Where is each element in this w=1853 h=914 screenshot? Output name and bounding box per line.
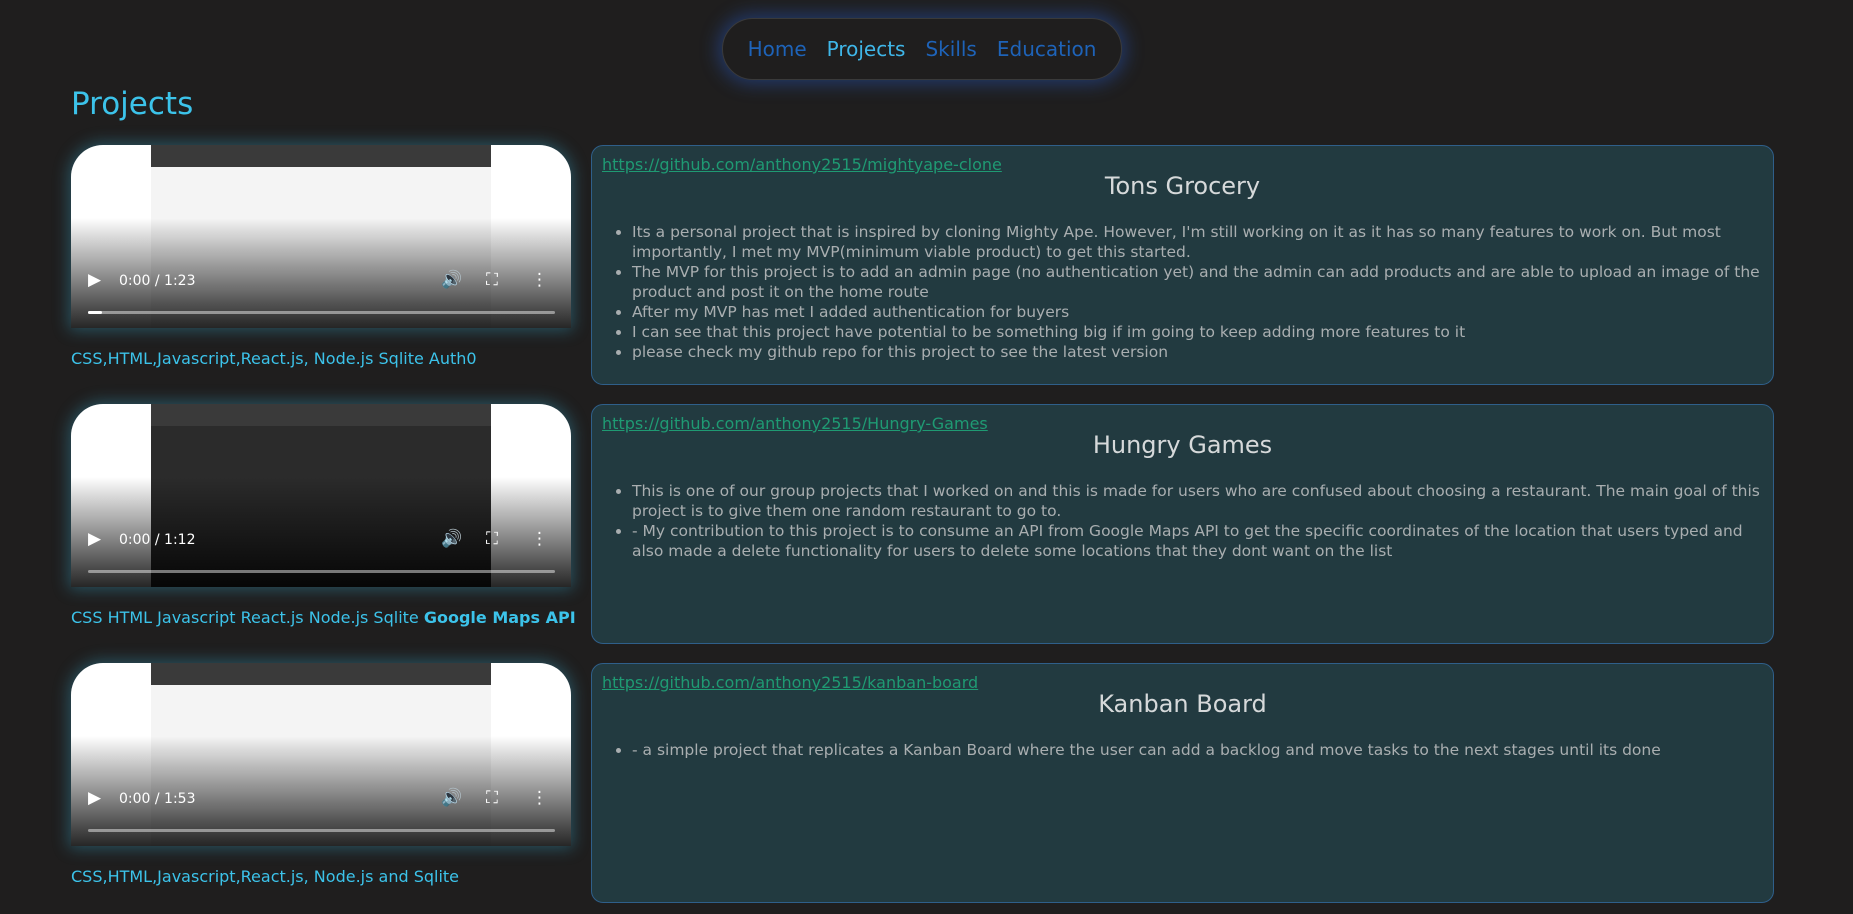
project-video[interactable]: ▶ 0:00 / 1:12 🔊 ⛶ ⋮ bbox=[71, 404, 571, 587]
project-video[interactable]: ▶ 0:00 / 1:23 🔊 ⛶ ⋮ bbox=[71, 145, 571, 328]
tech-stack-text: CSS HTML Javascript React.js Node.js Sql… bbox=[71, 608, 424, 627]
list-item: The MVP for this project is to add an ad… bbox=[632, 262, 1763, 302]
project-description-list: Its a personal project that is inspired … bbox=[602, 222, 1763, 362]
more-vert-icon[interactable]: ⋮ bbox=[531, 270, 548, 290]
page-title: Projects bbox=[71, 86, 194, 122]
nav-skills-link[interactable]: Skills bbox=[925, 37, 976, 61]
tech-stack-text: CSS,HTML,Javascript,React.js, Node.js an… bbox=[71, 867, 460, 886]
fullscreen-icon[interactable]: ⛶ bbox=[486, 788, 498, 808]
tech-stack-text: CSS,HTML,Javascript,React.js, Node.js Sq… bbox=[71, 349, 477, 368]
video-progress-bar[interactable] bbox=[88, 311, 555, 314]
list-item: - My contribution to this project is to … bbox=[632, 521, 1763, 561]
nav-projects-link[interactable]: Projects bbox=[827, 37, 906, 61]
tech-stack: CSS HTML Javascript React.js Node.js Sql… bbox=[71, 608, 576, 627]
video-controls: ▶ 0:00 / 1:23 🔊 ⛶ ⋮ bbox=[71, 248, 571, 328]
video-progress-bar[interactable] bbox=[88, 829, 555, 832]
list-item: please check my github repo for this pro… bbox=[632, 342, 1763, 362]
video-controls: ▶ 0:00 / 1:53 🔊 ⛶ ⋮ bbox=[71, 766, 571, 846]
project-card: https://github.com/anthony2515/kanban-bo… bbox=[591, 663, 1774, 903]
volume-icon[interactable]: 🔊 bbox=[441, 529, 462, 549]
project-title: Hungry Games bbox=[1092, 431, 1273, 459]
nav-education-link[interactable]: Education bbox=[997, 37, 1097, 61]
fullscreen-icon[interactable]: ⛶ bbox=[486, 529, 498, 549]
play-icon[interactable]: ▶ bbox=[88, 270, 101, 290]
volume-icon[interactable]: 🔊 bbox=[441, 788, 462, 808]
fullscreen-icon[interactable]: ⛶ bbox=[486, 270, 498, 290]
more-vert-icon[interactable]: ⋮ bbox=[531, 788, 548, 808]
tech-stack: CSS,HTML,Javascript,React.js, Node.js Sq… bbox=[71, 349, 477, 368]
more-vert-icon[interactable]: ⋮ bbox=[531, 529, 548, 549]
play-icon[interactable]: ▶ bbox=[88, 788, 101, 808]
project-title: Tons Grocery bbox=[1104, 172, 1261, 200]
nav-home-link[interactable]: Home bbox=[748, 37, 807, 61]
project-hungry-games: ▶ 0:00 / 1:12 🔊 ⛶ ⋮ CSS HTML Javascript … bbox=[71, 404, 1774, 644]
video-time: 0:00 / 1:53 bbox=[119, 791, 196, 807]
tech-stack: CSS,HTML,Javascript,React.js, Node.js an… bbox=[71, 867, 459, 886]
list-item: Its a personal project that is inspired … bbox=[632, 222, 1763, 262]
video-progress-bar[interactable] bbox=[88, 570, 555, 573]
project-tons-grocery: ▶ 0:00 / 1:23 🔊 ⛶ ⋮ CSS,HTML,Javascript,… bbox=[71, 145, 1774, 385]
top-nav: Home Projects Skills Education bbox=[722, 18, 1122, 80]
video-time: 0:00 / 1:23 bbox=[119, 273, 196, 289]
tech-stack-bold: Google Maps API bbox=[423, 608, 576, 627]
project-card: https://github.com/anthony2515/Hungry-Ga… bbox=[591, 404, 1774, 644]
project-kanban-board: ▶ 0:00 / 1:53 🔊 ⛶ ⋮ CSS,HTML,Javascript,… bbox=[71, 663, 1774, 903]
list-item: After my MVP has met I added authenticat… bbox=[632, 302, 1763, 322]
project-title: Kanban Board bbox=[1098, 690, 1267, 718]
project-description-list: - a simple project that replicates a Kan… bbox=[602, 740, 1763, 760]
video-time: 0:00 / 1:12 bbox=[119, 532, 196, 548]
project-video[interactable]: ▶ 0:00 / 1:53 🔊 ⛶ ⋮ bbox=[71, 663, 571, 846]
list-item: - a simple project that replicates a Kan… bbox=[632, 740, 1763, 760]
list-item: I can see that this project have potenti… bbox=[632, 322, 1763, 342]
play-icon[interactable]: ▶ bbox=[88, 529, 101, 549]
video-controls: ▶ 0:00 / 1:12 🔊 ⛶ ⋮ bbox=[71, 507, 571, 587]
project-description-list: This is one of our group projects that I… bbox=[602, 481, 1763, 561]
project-card: https://github.com/anthony2515/mightyape… bbox=[591, 145, 1774, 385]
list-item: This is one of our group projects that I… bbox=[632, 481, 1763, 521]
volume-icon[interactable]: 🔊 bbox=[441, 270, 462, 290]
